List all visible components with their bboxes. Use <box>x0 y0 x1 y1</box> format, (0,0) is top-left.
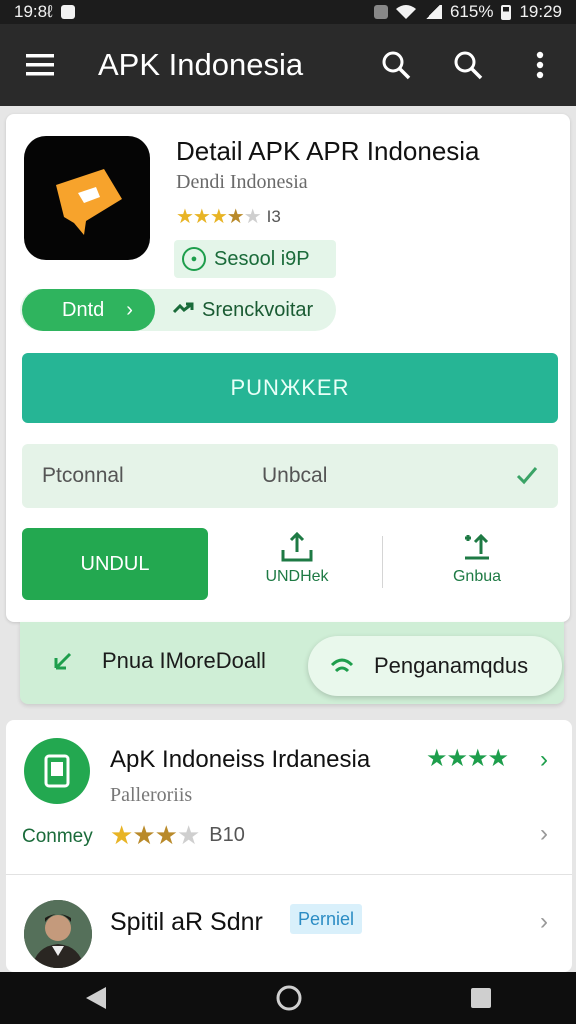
action-item-1-label: UNDHek <box>265 568 329 585</box>
chat-bubble-icon <box>56 169 122 235</box>
list-item-stars: ★★★★ <box>426 745 509 772</box>
segment-primary[interactable]: Dntd › <box>22 289 155 331</box>
chevron-right-icon[interactable]: › <box>540 746 548 774</box>
status-time-right: 19:29 <box>519 2 562 21</box>
banner-pill-text: Penganamqdus <box>374 653 529 678</box>
app-detail-card: Detail APK APR Indonesia Dendi Indonesia… <box>6 114 570 622</box>
check-icon <box>516 467 538 485</box>
action-item-2[interactable]: Gnbua <box>422 532 532 604</box>
banner-action-pill[interactable]: Penganamqdus <box>308 636 562 696</box>
content-rating-chip[interactable]: ● Sesool i9P <box>174 240 336 278</box>
app-list: ApK Indoneiss Irdanesia ★★★★ › Pallerori… <box>6 720 572 972</box>
app-icon <box>24 136 150 260</box>
share-arrow-icon <box>172 302 194 314</box>
menu-button[interactable] <box>0 54 80 76</box>
search-icon <box>382 51 411 80</box>
system-nav-bar <box>0 972 576 1024</box>
list-item-subtitle: Palleroriis <box>110 784 193 806</box>
rating-stars: ★★★★★ <box>176 206 262 228</box>
divider <box>382 536 383 588</box>
upload-icon <box>281 532 313 562</box>
option-selector[interactable]: Ptconnal Unbcal <box>22 444 558 508</box>
person-icon: ● <box>182 247 206 271</box>
status-bar: 19:8ℓ 615% 19:29 <box>0 0 576 24</box>
content-rating-label: Sesool i9P <box>214 247 310 270</box>
list-item-rating: ★★★★ B10 <box>110 820 245 851</box>
back-icon[interactable] <box>84 985 108 1011</box>
list-item-title: Spitil aR Sdnr <box>110 908 263 936</box>
shield-icon <box>373 5 388 19</box>
search-button[interactable] <box>360 50 432 80</box>
action-item-1[interactable]: UNDHek <box>242 532 352 604</box>
segment-secondary-label: Srenckvoitar <box>202 298 314 321</box>
list-item-title: ApK Indoneiss Irdanesia <box>110 746 371 773</box>
action-item-2-label: Gnbua <box>452 568 502 585</box>
rating-row: ★★★★★ I3 <box>176 204 281 229</box>
search-button-2[interactable] <box>432 50 504 80</box>
option-label-a: Ptconnal <box>42 464 124 487</box>
chevron-right-icon: › <box>126 298 133 321</box>
home-icon[interactable] <box>275 984 303 1012</box>
signal-icon <box>423 5 442 19</box>
chevron-right-icon[interactable]: › <box>540 908 548 936</box>
install-button[interactable]: PUNЖKER <box>22 353 558 423</box>
back-arrow-icon <box>54 652 72 670</box>
status-time-left: 19:8ℓ <box>14 2 53 21</box>
status-badge: Perniel <box>290 904 363 934</box>
recents-icon[interactable] <box>470 987 492 1009</box>
action-row: UNDUL UNDHek Gnbua <box>22 528 558 610</box>
app-detail-title: Detail APK APR Indonesia <box>176 136 480 166</box>
person-avatar-icon <box>24 900 92 968</box>
divider <box>6 874 572 875</box>
battery-percent: 615% <box>449 2 494 21</box>
segment-pill: Dntd › Srenckvoitar <box>20 289 336 331</box>
search-icon <box>454 51 483 80</box>
share-upload-icon <box>465 533 489 560</box>
list-item-rating-stars: ★★★★ <box>110 820 200 850</box>
developer-name: Dendi Indonesia <box>176 171 308 193</box>
app-title: APK Indonesia <box>98 47 304 82</box>
avatar <box>24 900 92 968</box>
segment-secondary[interactable]: Srenckvoitar <box>172 289 313 331</box>
notification-icon <box>60 5 75 19</box>
list-item-company: Conmey <box>22 826 93 847</box>
app-bar: APK Indonesia <box>0 24 576 106</box>
phone-icon-badge <box>24 738 90 804</box>
battery-icon <box>501 4 512 20</box>
hamburger-icon <box>26 54 54 76</box>
option-label-b: Unbcal <box>262 464 328 487</box>
wifi-icon <box>395 5 416 19</box>
overflow-menu-button[interactable] <box>504 51 576 79</box>
wave-icon <box>330 658 354 673</box>
list-item-rating-count: B10 <box>209 824 245 846</box>
download-button[interactable]: UNDUL <box>22 528 208 610</box>
banner-text: Pnua IMoreDoall <box>102 648 266 673</box>
segment-primary-label: Dntd <box>62 298 105 321</box>
rating-count: I3 <box>266 206 281 226</box>
chevron-right-icon[interactable]: › <box>540 820 548 848</box>
more-vert-icon <box>536 51 544 79</box>
phone-icon <box>44 754 70 788</box>
